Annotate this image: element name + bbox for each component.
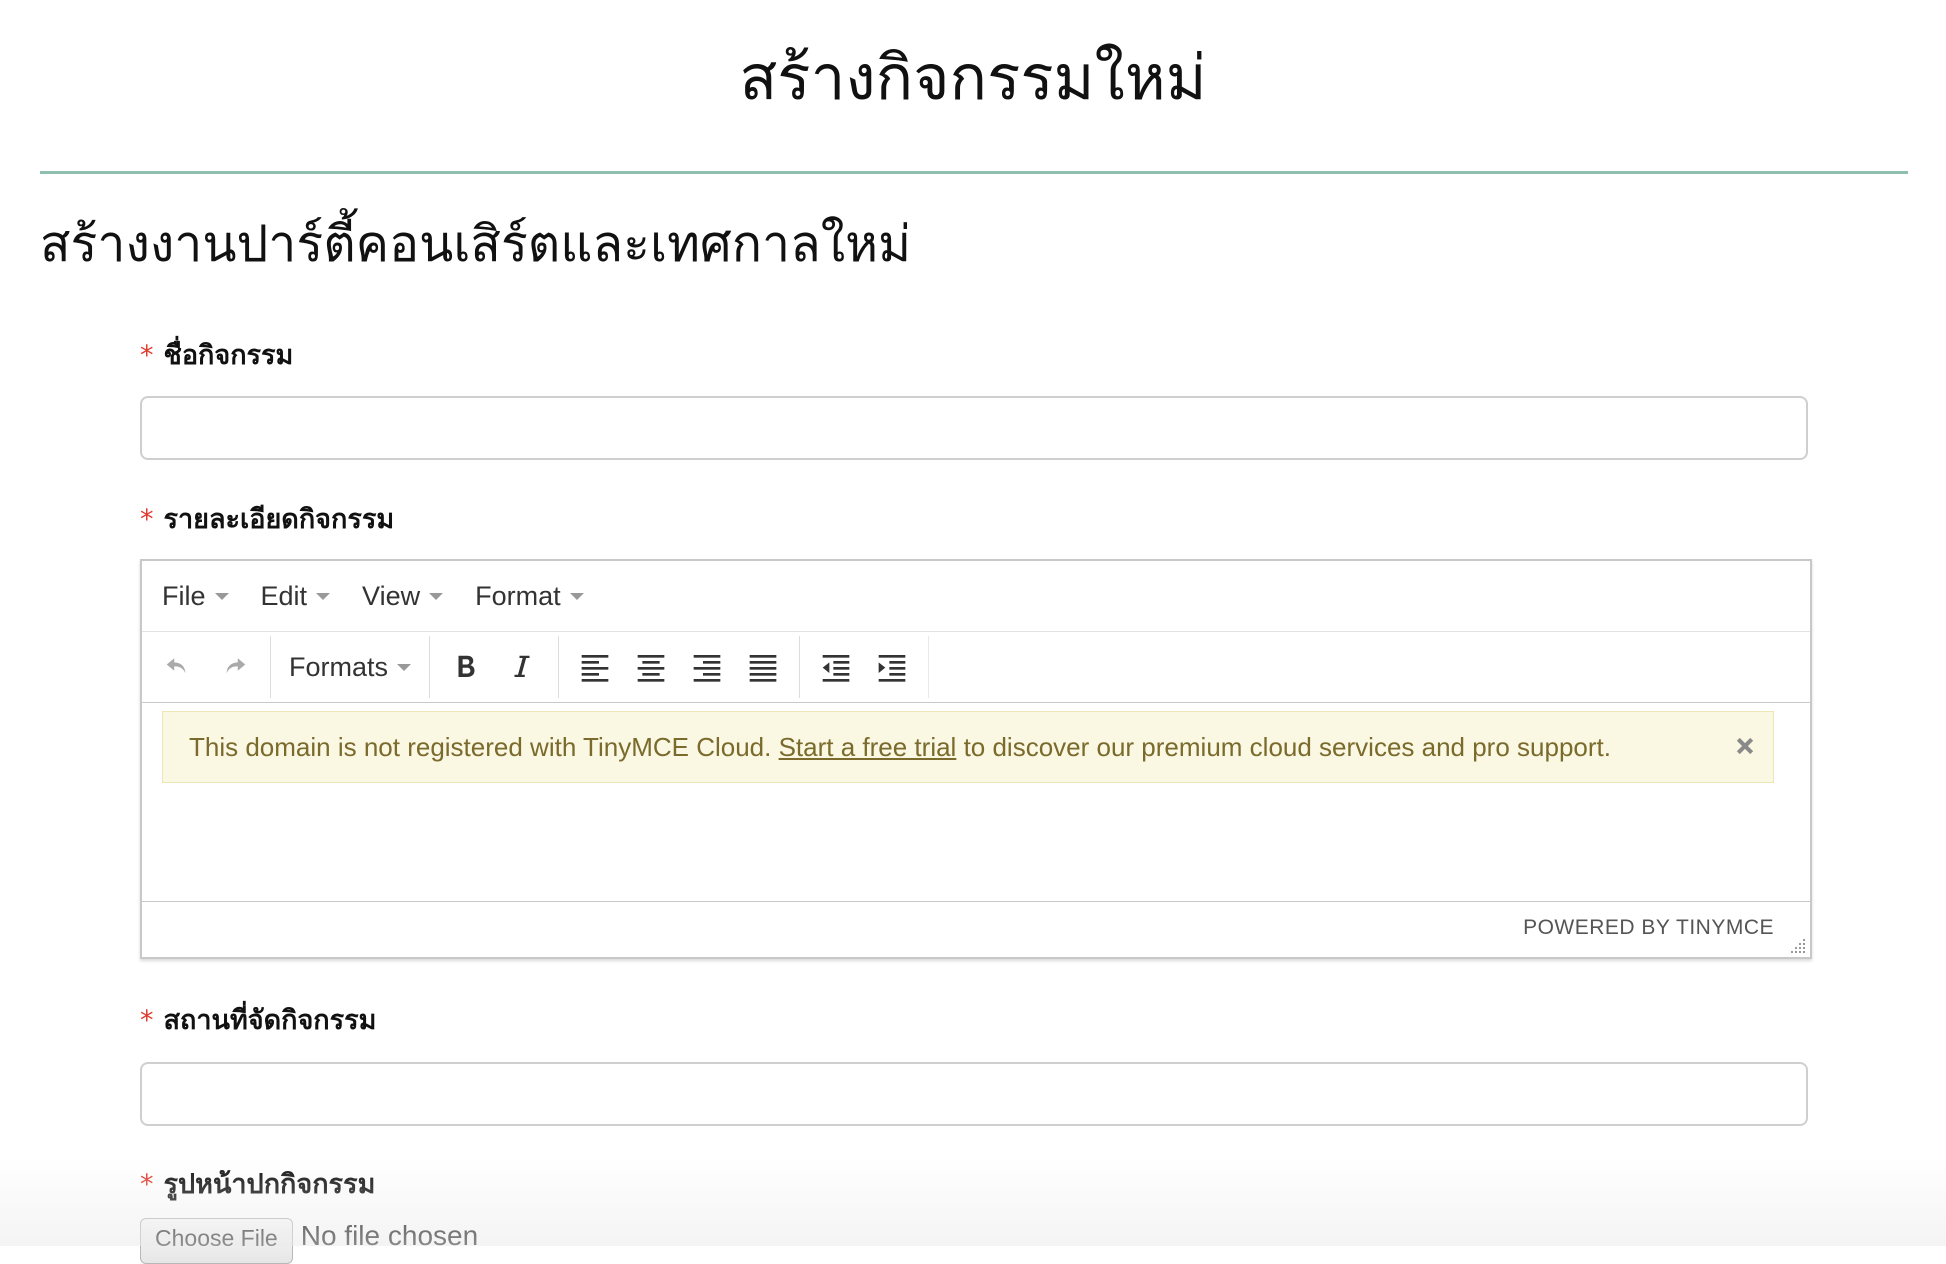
outdent-icon (822, 655, 850, 682)
menu-file-label: File (162, 580, 206, 611)
chevron-down-icon (397, 663, 412, 671)
align-left-button[interactable] (567, 639, 623, 695)
page-title: สร้างกิจกรรมใหม่ (739, 41, 1207, 114)
chevron-down-icon (569, 592, 584, 600)
align-justify-icon (749, 655, 777, 682)
resize-handle-icon[interactable] (1788, 936, 1806, 954)
title-divider (40, 171, 1908, 174)
menu-edit-label: Edit (260, 580, 308, 611)
free-trial-link[interactable]: Start a free trial (779, 732, 957, 763)
editor-menubar: File Edit View Format (142, 561, 1810, 632)
tinymce-cloud-notice: This domain is not registered with TinyM… (162, 711, 1774, 783)
event-name-label: * ชื่อกิจกรรม (140, 338, 293, 374)
editor-toolbar: Formats (142, 632, 1810, 703)
align-center-button[interactable] (623, 639, 679, 695)
choose-file-button[interactable]: Choose File (140, 1218, 293, 1264)
undo-icon (166, 658, 186, 674)
chevron-down-icon (214, 592, 229, 600)
required-asterisk: * (140, 504, 154, 535)
alignment-group (559, 636, 801, 698)
event-details-label-text: รายละเอียดกิจกรรม (163, 504, 395, 535)
chevron-down-icon (316, 592, 331, 600)
align-justify-button[interactable] (735, 639, 791, 695)
italic-button[interactable] (494, 639, 550, 695)
align-center-icon (637, 655, 665, 682)
redo-icon (226, 658, 246, 674)
italic-icon (514, 655, 530, 677)
formats-dropdown[interactable]: Formats (279, 652, 421, 683)
align-right-icon (693, 655, 721, 682)
menu-view-label: View (362, 580, 421, 611)
file-status-text: No file chosen (300, 1220, 479, 1251)
align-left-icon (581, 655, 609, 682)
history-group (142, 636, 271, 698)
notice-text-before: This domain is not registered with TinyM… (189, 731, 772, 762)
event-name-input[interactable] (140, 396, 1808, 460)
text-style-group (430, 636, 560, 698)
editor-content-area[interactable]: This domain is not registered with TinyM… (142, 703, 1810, 902)
menu-format[interactable]: Format (475, 581, 584, 612)
formats-group: Formats (271, 636, 431, 698)
bold-button[interactable] (438, 639, 494, 695)
cover-image-label: * รูปหน้าปกกิจกรรม (140, 1167, 375, 1203)
outdent-button[interactable] (808, 639, 864, 695)
menu-format-label: Format (475, 580, 561, 611)
indent-button[interactable] (864, 639, 920, 695)
cover-image-file-input: Choose File No file chosen (140, 1218, 478, 1264)
redo-button[interactable] (206, 639, 262, 695)
rich-text-editor: File Edit View Format Formats This domai… (140, 559, 1812, 959)
close-icon[interactable] (1731, 732, 1759, 760)
editor-statusbar: POWERED BY TINYMCE (142, 902, 1810, 958)
undo-button[interactable] (150, 639, 206, 695)
section-title: สร้างงานปาร์ตี้คอนเสิร์ตและเทศกาลใหม่ (40, 215, 912, 273)
menu-file[interactable]: File (162, 581, 229, 612)
event-name-label-text: ชื่อกิจกรรม (163, 340, 294, 371)
powered-by-label[interactable]: POWERED BY TINYMCE (1523, 916, 1774, 940)
menu-edit[interactable]: Edit (261, 581, 331, 612)
notice-text-after: to discover our premium cloud services a… (963, 731, 1611, 762)
event-location-label: * สถานที่จัดกิจกรรม (140, 1003, 376, 1039)
chevron-down-icon (429, 592, 444, 600)
indent-icon (878, 655, 906, 682)
event-details-label: * รายละเอียดกิจกรรม (140, 502, 394, 538)
event-location-input[interactable] (140, 1062, 1808, 1126)
indent-group (800, 636, 930, 698)
bold-icon (458, 655, 475, 677)
cover-image-label-text: รูปหน้าปกกิจกรรม (163, 1169, 376, 1200)
formats-label: Formats (289, 651, 389, 682)
required-asterisk: * (140, 1169, 154, 1200)
required-asterisk: * (140, 1005, 154, 1036)
event-location-label-text: สถานที่จัดกิจกรรม (163, 1005, 377, 1036)
required-asterisk: * (140, 340, 154, 371)
menu-view[interactable]: View (362, 580, 444, 612)
align-right-button[interactable] (679, 639, 735, 695)
